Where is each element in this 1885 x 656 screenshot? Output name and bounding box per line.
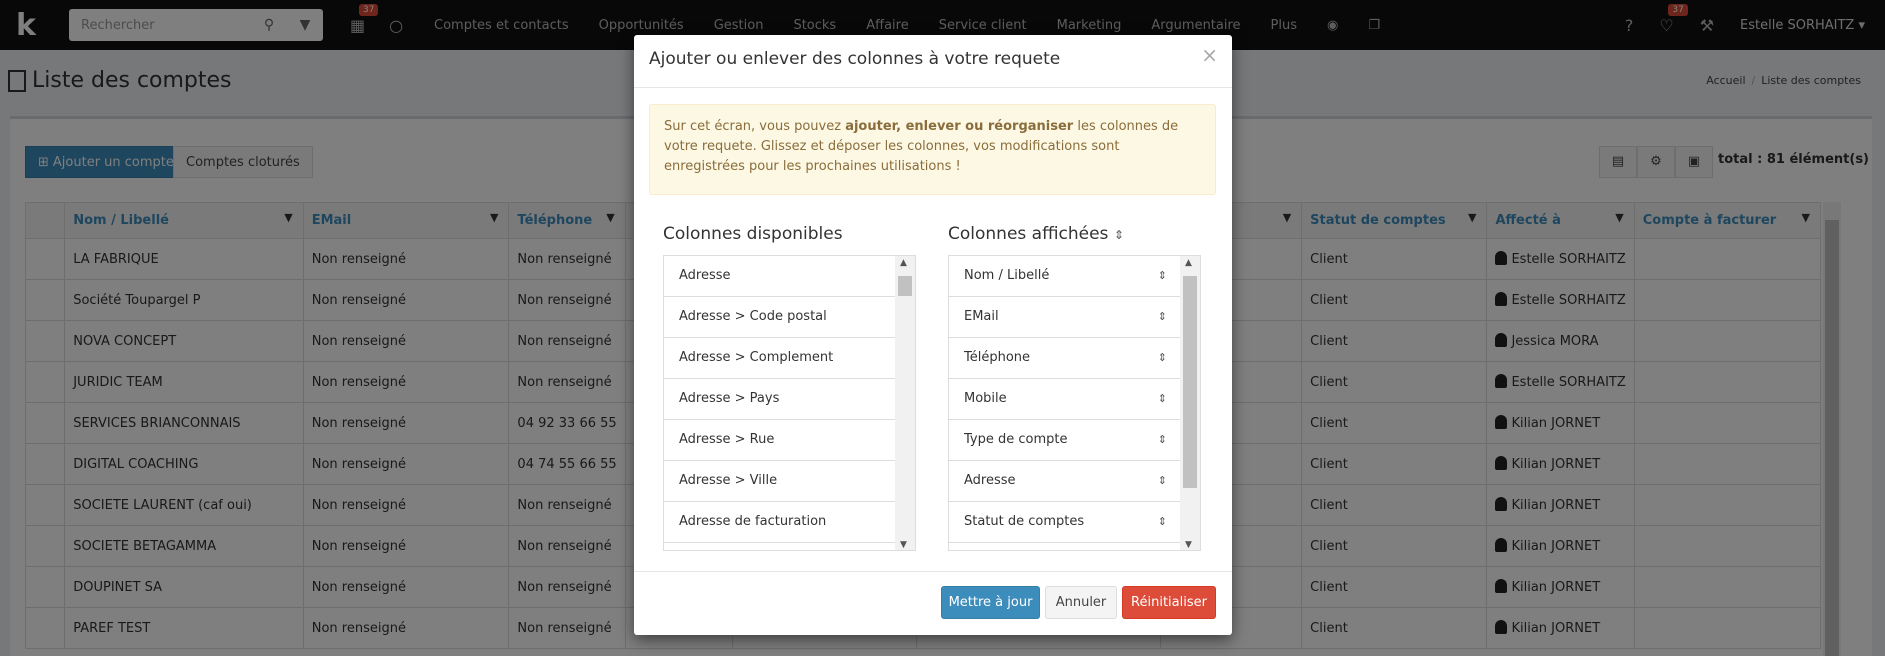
drag-handle-icon[interactable]: ⇕ [1158, 297, 1167, 337]
column-item[interactable]: Nom / Libellé ⇕ [949, 256, 1181, 297]
modal-header: Ajouter ou enlever des colonnes à votre … [634, 35, 1232, 88]
columns-modal: Ajouter ou enlever des colonnes à votre … [634, 35, 1232, 635]
displayed-columns-list[interactable]: Nom / Libellé ⇕ EMail ⇕ Téléphone ⇕ Mobile ⇕ Typ… [948, 255, 1201, 551]
list-scrollbar[interactable]: ▲ ▼ [1180, 256, 1200, 550]
column-item[interactable] [664, 543, 896, 550]
displayed-columns-title: Colonnes affichées ⇕ [948, 224, 1124, 244]
column-item[interactable]: Adresse [664, 256, 896, 297]
column-item[interactable]: Statut de comptes ⇕ [949, 502, 1181, 543]
cancel-button[interactable]: Annuler [1045, 586, 1117, 619]
column-item[interactable]: Adresse > Complement [664, 338, 896, 379]
update-button[interactable]: Mettre à jour [941, 586, 1040, 619]
column-item[interactable]: Adresse > Code postal [664, 297, 896, 338]
reset-button[interactable]: Réinitialiser [1122, 586, 1216, 619]
drag-handle-icon[interactable]: ⇕ [1158, 502, 1167, 542]
column-item[interactable]: EMail ⇕ [949, 297, 1181, 338]
available-columns-title: Colonnes disponibles [663, 224, 843, 244]
drag-handle-icon[interactable]: ⇕ [1158, 461, 1167, 501]
sort-icon: ⇕ [1113, 228, 1124, 242]
column-item[interactable]: Adresse ⇕ [949, 461, 1181, 502]
drag-handle-icon[interactable]: ⇕ [1158, 420, 1167, 460]
drag-handle-icon[interactable]: ⇕ [1158, 256, 1167, 296]
close-icon[interactable]: × [1201, 43, 1218, 67]
drag-handle-icon[interactable]: ⇕ [1158, 338, 1167, 378]
list-scrollbar[interactable]: ▲ ▼ [895, 256, 915, 550]
column-item[interactable]: Mobile ⇕ [949, 379, 1181, 420]
column-item[interactable] [949, 543, 1181, 550]
column-item[interactable]: Téléphone ⇕ [949, 338, 1181, 379]
available-columns-list[interactable]: Adresse Adresse > Code postal Adresse > Co… [663, 255, 916, 551]
column-item[interactable]: Type de compte ⇕ [949, 420, 1181, 461]
column-item[interactable]: Adresse > Pays [664, 379, 896, 420]
column-item[interactable]: Adresse > Ville [664, 461, 896, 502]
column-item[interactable]: Adresse > Rue [664, 420, 896, 461]
drag-handle-icon[interactable]: ⇕ [1158, 379, 1167, 419]
modal-title: Ajouter ou enlever des colonnes à votre … [649, 49, 1061, 69]
column-item[interactable]: Adresse de facturation [664, 502, 896, 543]
info-alert: Sur cet écran, vous pouvez ajouter, enle… [649, 104, 1216, 195]
